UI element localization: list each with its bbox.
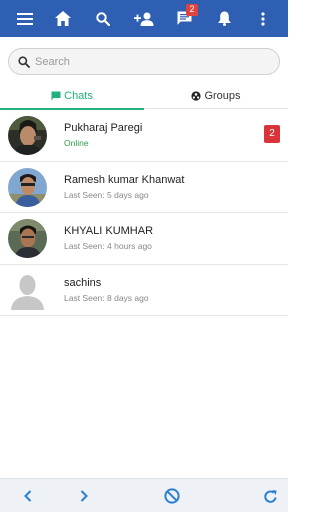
tab-bar: Chats Groups: [0, 82, 288, 110]
tab-groups[interactable]: Groups: [144, 82, 288, 109]
tab-chats[interactable]: Chats: [0, 82, 144, 110]
menu-button[interactable]: [10, 0, 40, 37]
search-icon: [18, 55, 30, 68]
back-icon: [24, 490, 32, 502]
home-icon: [55, 11, 71, 26]
chat-list: Pukharaj Paregi Online 2 Ramesh kumar Kh…: [0, 110, 288, 316]
refresh-icon: [263, 489, 277, 503]
chat-list-item[interactable]: KHYALI KUMHAR Last Seen: 4 hours ago: [0, 213, 288, 265]
forward-icon: [80, 490, 88, 502]
unread-count-badge: 2: [264, 125, 280, 143]
message-count-badge: 2: [186, 4, 198, 16]
tab-groups-label: Groups: [204, 89, 241, 102]
search-icon: [96, 11, 110, 26]
forward-button[interactable]: [70, 479, 98, 512]
contact-status: Last Seen: 5 days ago: [64, 189, 149, 200]
add-contact-button[interactable]: [129, 0, 159, 37]
search-input[interactable]: [35, 55, 265, 68]
more-vertical-icon: [261, 11, 265, 26]
menu-icon: [17, 12, 33, 25]
add-contact-icon: [134, 12, 154, 26]
groups-icon: [191, 90, 202, 101]
bell-icon: [218, 11, 230, 26]
search-button[interactable]: [88, 0, 118, 37]
contact-name: Ramesh kumar Khanwat: [64, 173, 185, 186]
avatar: [8, 219, 47, 258]
more-options-button[interactable]: [248, 0, 278, 37]
chat-list-item[interactable]: sachins Last Seen: 8 days ago: [0, 265, 288, 316]
stop-button[interactable]: [158, 479, 186, 512]
avatar: [8, 167, 47, 207]
notifications-button[interactable]: [209, 0, 239, 37]
contact-status: Last Seen: 8 days ago: [64, 292, 149, 303]
refresh-button[interactable]: [256, 479, 284, 512]
tab-chats-label: Chats: [64, 89, 93, 102]
avatar: [8, 116, 47, 155]
contact-name: KHYALI KUMHAR: [64, 225, 154, 237]
chat-list-item[interactable]: Pukharaj Paregi Online 2: [0, 110, 288, 162]
app-window: 2 Chats Groups: [0, 0, 288, 512]
contact-status: Last Seen: 4 hours ago: [64, 241, 152, 251]
block-icon: [164, 488, 180, 504]
contact-status: Online: [64, 138, 89, 148]
contact-name: sachins: [64, 276, 102, 289]
contact-name: Pukharaj Paregi: [64, 122, 143, 134]
home-button[interactable]: [48, 0, 78, 37]
search-bar: [8, 48, 280, 75]
messages-button[interactable]: 2: [169, 0, 199, 37]
chat-list-item[interactable]: Ramesh kumar Khanwat Last Seen: 5 days a…: [0, 162, 288, 213]
chat-icon: [51, 91, 61, 100]
default-avatar: [8, 270, 47, 310]
back-button[interactable]: [14, 479, 42, 512]
top-app-bar: 2: [0, 0, 288, 37]
bottom-toolbar: [0, 478, 288, 512]
